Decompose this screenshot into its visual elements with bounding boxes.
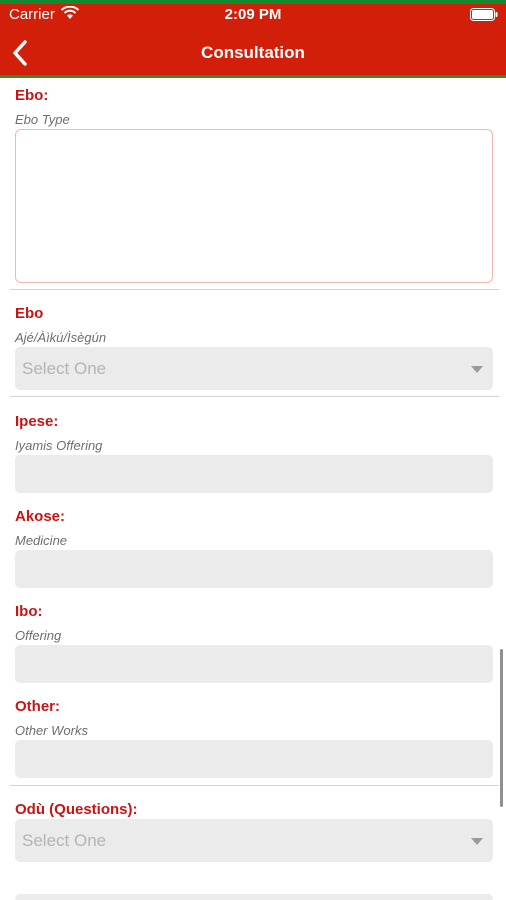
status-bar: Carrier 2:09 PM <box>0 4 506 26</box>
ibo-input[interactable] <box>15 645 493 683</box>
ebo-label: Ebo <box>15 305 44 322</box>
ebo-type-label: Ebo: <box>15 87 49 104</box>
nav-bar: Consultation <box>0 30 506 76</box>
ebo-select[interactable]: Select One <box>15 347 493 390</box>
odu-select[interactable]: Select One <box>15 819 493 862</box>
ibo-label: Ibo: <box>15 603 43 620</box>
ebo-sublabel: Ajé/Àìkú/Ìsègún <box>15 330 107 345</box>
ipese-input[interactable] <box>15 455 493 493</box>
ipese-sublabel: Iyamis Offering <box>15 438 103 453</box>
akose-input[interactable] <box>15 550 493 588</box>
odu-select-value: Select One <box>22 831 107 850</box>
ebo-type-sublabel: Ebo Type <box>15 112 70 127</box>
status-time: 2:09 PM <box>224 6 282 23</box>
other-label: Other: <box>15 698 60 715</box>
ebo-type-textarea[interactable] <box>15 129 493 283</box>
page-title: Consultation <box>201 43 305 62</box>
battery-icon <box>470 8 498 21</box>
ipese-label: Ipese: <box>15 413 59 430</box>
caret-down-icon <box>471 838 483 845</box>
akose-label: Akose: <box>15 508 66 525</box>
caret-down-icon <box>471 366 483 373</box>
akose-sublabel: Medicine <box>15 533 68 548</box>
header-bar: Carrier 2:09 PM Consultation <box>0 0 506 78</box>
form-scroll-view[interactable]: Ebo: Ebo Type Ebo Ajé/Àìkú/Ìsègún Select… <box>0 78 506 900</box>
divider <box>10 785 499 786</box>
scrollbar[interactable] <box>500 649 503 807</box>
other-input[interactable] <box>15 740 493 778</box>
other-sublabel: Other Works <box>15 723 88 738</box>
ibo-sublabel: Offering <box>15 628 62 643</box>
divider <box>10 396 499 397</box>
next-field[interactable] <box>15 894 493 900</box>
odu-label: Odù (Questions): <box>15 801 138 818</box>
divider <box>10 289 499 290</box>
ebo-select-value: Select One <box>22 359 107 378</box>
